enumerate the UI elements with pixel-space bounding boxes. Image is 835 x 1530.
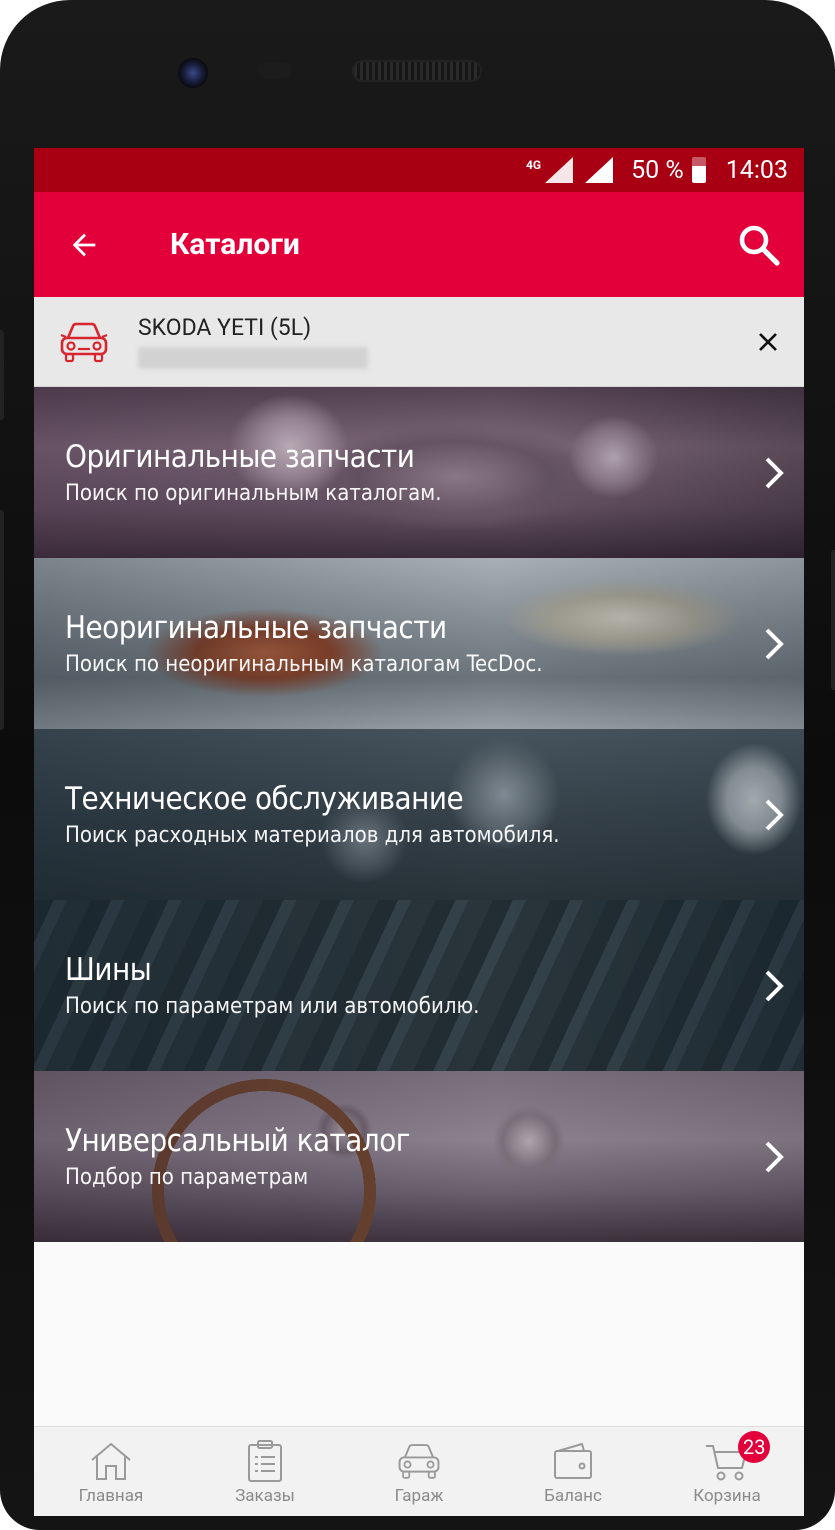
clipboard-icon (245, 1438, 285, 1484)
catalog-list: Оригинальные запчасти Поиск по оригиналь… (34, 387, 804, 1242)
nav-home[interactable]: Главная (34, 1427, 188, 1516)
search-icon (739, 225, 780, 266)
phone-frame: 4G 50 % 14:03 Каталоги SKODA YETI (5L) О… (0, 0, 835, 1530)
close-icon (759, 332, 777, 351)
volume-button (0, 330, 4, 420)
page-title: Каталоги (170, 227, 300, 262)
home-icon (88, 1438, 134, 1484)
battery-percent: 50 % (631, 155, 684, 185)
network-type: 4G (526, 158, 542, 172)
earpiece-speaker (352, 60, 482, 82)
wallet-icon (552, 1438, 594, 1484)
chevron-right-icon (744, 1140, 804, 1174)
vehicle-info: SKODA YETI (5L) (134, 314, 738, 369)
catalog-item-original[interactable]: Оригинальные запчасти Поиск по оригиналь… (34, 387, 804, 558)
clear-vehicle-button[interactable] (738, 297, 798, 387)
car-icon (34, 297, 134, 387)
app-bar: Каталоги (34, 192, 804, 297)
search-button[interactable] (714, 192, 804, 297)
selected-vehicle-bar[interactable]: SKODA YETI (5L) (34, 297, 804, 387)
nav-cart[interactable]: Корзина 23 (650, 1427, 804, 1516)
proximity-sensor (258, 62, 292, 78)
chevron-right-icon (744, 627, 804, 661)
nav-label: Баланс (544, 1485, 602, 1506)
cart-count-badge: 23 (738, 1431, 771, 1463)
catalog-title: Неоригинальные запчасти (65, 610, 447, 646)
battery-icon (691, 157, 706, 183)
signal-strength-icon (585, 157, 614, 183)
catalog-subtitle: Поиск по параметрам или автомобилю. (65, 994, 480, 1019)
chevron-right-icon (744, 969, 804, 1003)
back-button[interactable] (34, 192, 134, 297)
catalog-item-maintenance[interactable]: Техническое обслуживание Поиск расходных… (34, 729, 804, 900)
catalog-item-universal[interactable]: Универсальный каталог Подбор по параметр… (34, 1071, 804, 1242)
catalog-subtitle: Подбор по параметрам (65, 1165, 309, 1190)
catalog-title: Оригинальные запчасти (65, 439, 415, 475)
catalog-title: Универсальный каталог (65, 1123, 410, 1159)
vehicle-name: SKODA YETI (5L) (138, 314, 312, 341)
nav-label: Заказы (235, 1485, 295, 1506)
chevron-right-icon (744, 798, 804, 832)
nav-label: Корзина (693, 1485, 761, 1506)
catalog-title: Шины (65, 952, 152, 988)
nav-label: Гараж (394, 1485, 444, 1506)
catalog-subtitle: Поиск расходных материалов для автомобил… (65, 823, 560, 848)
nav-balance[interactable]: Баланс (496, 1427, 650, 1516)
arrow-back-icon (72, 233, 96, 256)
catalog-subtitle: Поиск по оригинальным каталогам. (65, 481, 442, 506)
nav-garage[interactable]: Гараж (342, 1427, 496, 1516)
screen: 4G 50 % 14:03 Каталоги SKODA YETI (5L) О… (34, 148, 804, 1516)
clock: 14:03 (725, 155, 788, 185)
status-bar: 4G 50 % 14:03 (34, 148, 804, 192)
catalog-subtitle: Поиск по неоригинальным каталогам TecDoc… (65, 652, 543, 677)
catalog-title: Техническое обслуживание (65, 781, 464, 817)
power-button (831, 550, 835, 690)
volume-rocker (0, 510, 4, 730)
front-camera (178, 58, 208, 88)
vehicle-vin-redacted (138, 347, 368, 369)
catalog-item-aftermarket[interactable]: Неоригинальные запчасти Поиск по неориги… (34, 558, 804, 729)
bottom-navigation: Главная Заказы Гараж Баланс Корзина 23 (34, 1426, 804, 1516)
car-icon (396, 1438, 442, 1484)
chevron-right-icon (744, 456, 804, 490)
nav-orders[interactable]: Заказы (188, 1427, 342, 1516)
nav-label: Главная (78, 1485, 144, 1506)
mobile-signal-icon (545, 157, 574, 183)
catalog-item-tires[interactable]: Шины Поиск по параметрам или автомобилю. (34, 900, 804, 1071)
